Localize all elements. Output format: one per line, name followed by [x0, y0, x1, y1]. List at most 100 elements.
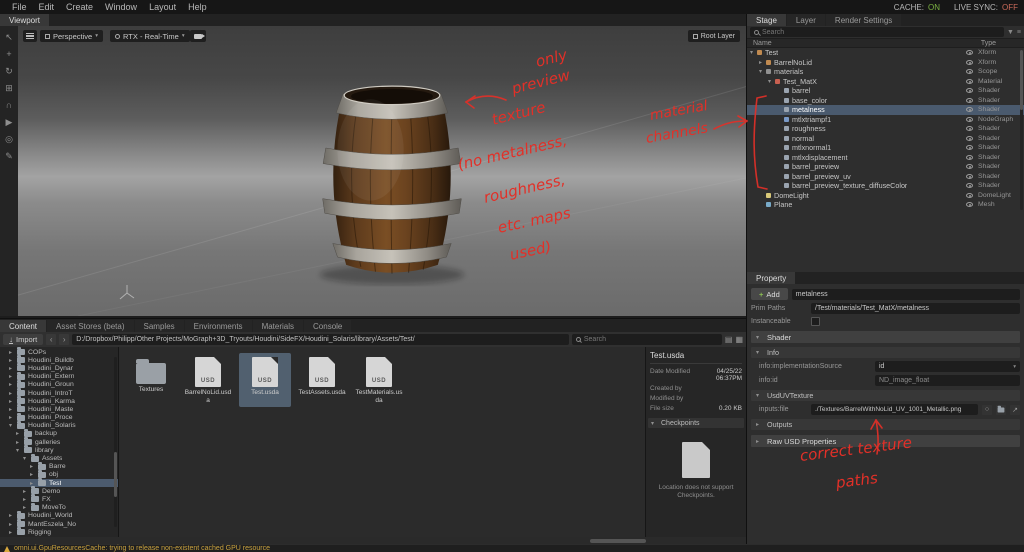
- expander-icon[interactable]: ▾: [23, 455, 30, 462]
- raw-usd-section-header[interactable]: ▸ Raw USD Properties: [751, 435, 1020, 447]
- viewport-menu-chip[interactable]: [23, 30, 37, 42]
- visibility-eye-icon[interactable]: [966, 202, 973, 208]
- visibility-eye-icon[interactable]: [966, 145, 973, 151]
- stage-row-normal[interactable]: normal Shader: [747, 134, 1024, 144]
- tab-content[interactable]: Content: [0, 320, 47, 332]
- prim-name-field[interactable]: metalness: [791, 288, 1020, 300]
- stage-row-barrel-preview[interactable]: barrel_preview Shader: [747, 162, 1024, 172]
- scale-tool-icon[interactable]: ⊞: [5, 84, 13, 93]
- stage-row-test[interactable]: ▾ Test Xform: [747, 48, 1024, 58]
- horizontal-scrollbar[interactable]: [590, 539, 646, 543]
- menu-edit[interactable]: Edit: [33, 2, 61, 12]
- column-options-icon[interactable]: ≡: [1017, 29, 1021, 36]
- prim-paths-field[interactable]: /Test/materials/Test_MatX/metalness: [811, 303, 1020, 314]
- camera-selector[interactable]: Perspective ▾: [40, 30, 103, 42]
- tab-console[interactable]: Console: [304, 320, 352, 332]
- expander-icon[interactable]: ▸: [9, 414, 16, 421]
- stage-scrollbar[interactable]: [1020, 50, 1023, 210]
- file-testmaterials-usda[interactable]: USD TestMaterials.usda: [353, 353, 405, 407]
- root-layer-chip[interactable]: Root Layer: [687, 30, 740, 42]
- file-barrelnolid-usda[interactable]: USD BarrelNoLid.usda: [182, 353, 234, 407]
- folder-galleries[interactable]: ▸ galleries: [0, 437, 118, 446]
- expander-icon[interactable]: ▸: [23, 496, 30, 503]
- visibility-eye-icon[interactable]: [966, 192, 973, 198]
- visibility-eye-icon[interactable]: [966, 59, 973, 65]
- stage-row-mtlxnormal1[interactable]: mtlxnormal1 Shader: [747, 143, 1024, 153]
- visibility-eye-icon[interactable]: [966, 135, 973, 141]
- expander-icon[interactable]: ▾: [9, 422, 16, 429]
- expander-icon[interactable]: ▸: [9, 512, 16, 519]
- expander-icon[interactable]: ▸: [9, 349, 16, 356]
- file-testassets-usda[interactable]: USD TestAssets.usda: [296, 353, 348, 407]
- stage-row-base-color[interactable]: base_color Shader: [747, 96, 1024, 106]
- grid-view-icon[interactable]: ▦: [735, 335, 743, 344]
- play-tool-icon[interactable]: ▶: [6, 118, 13, 127]
- stage-row-metalness[interactable]: metalness Shader: [747, 105, 1024, 115]
- tab-environments[interactable]: Environments: [184, 320, 252, 332]
- stage-row-mtlxtriampf1[interactable]: mtlxtriampf1 NodeGraph: [747, 115, 1024, 125]
- expander-icon[interactable]: ▸: [9, 529, 16, 536]
- expander-icon[interactable]: ▸: [9, 373, 16, 380]
- menu-create[interactable]: Create: [60, 2, 99, 12]
- stage-row-materials[interactable]: ▾ materials Scope: [747, 67, 1024, 77]
- focus-tool-icon[interactable]: ◎: [5, 135, 13, 144]
- expander-icon[interactable]: ▾: [750, 49, 757, 56]
- path-input[interactable]: D:/Dropbox/Philipp/Other Projects/MoGrap…: [72, 334, 569, 345]
- add-property-button[interactable]: + Add: [751, 288, 788, 300]
- expander-icon[interactable]: ▾: [768, 78, 775, 85]
- stage-row-plane[interactable]: Plane Mesh: [747, 200, 1024, 210]
- stage-row-barrel[interactable]: barrel Shader: [747, 86, 1024, 96]
- tab-asset-stores-beta-[interactable]: Asset Stores (beta): [47, 320, 134, 332]
- checkpoints-section-header[interactable]: ▾ Checkpoints: [648, 418, 744, 428]
- tab-render-settings[interactable]: Render Settings: [825, 14, 902, 26]
- visibility-eye-icon[interactable]: [966, 173, 973, 179]
- scrollbar-thumb[interactable]: [114, 452, 117, 497]
- expander-icon[interactable]: ▸: [9, 521, 16, 528]
- visibility-eye-icon[interactable]: [966, 88, 973, 94]
- stage-row-mtlxdisplacement[interactable]: mtlxdisplacement Shader: [747, 153, 1024, 163]
- viewport-3d[interactable]: Perspective ▾ RTX - Real-Time ▾ Root Lay…: [18, 26, 746, 316]
- tree-scrollbar[interactable]: [114, 357, 117, 527]
- select-tool-icon[interactable]: ↖: [5, 33, 13, 42]
- folder-houdini-solaris[interactable]: ▾ Houdini_Solaris: [0, 420, 118, 430]
- visibility-eye-icon[interactable]: [966, 183, 973, 189]
- expander-icon[interactable]: ▸: [9, 381, 16, 388]
- visibility-eye-icon[interactable]: [966, 154, 973, 160]
- expander-icon[interactable]: ▸: [16, 439, 23, 446]
- browse-folder-icon[interactable]: [996, 404, 1006, 415]
- capture-button[interactable]: [190, 30, 206, 42]
- expander-icon[interactable]: ▸: [23, 488, 30, 495]
- visibility-eye-icon[interactable]: [966, 69, 973, 75]
- folder-obj[interactable]: ▸ obj: [0, 469, 118, 479]
- impl-source-dropdown[interactable]: id ▾: [875, 361, 1020, 372]
- folder-test[interactable]: ▸ Test: [0, 478, 118, 488]
- visibility-eye-icon[interactable]: [966, 50, 973, 56]
- visibility-eye-icon[interactable]: [966, 116, 973, 122]
- shader-section-header[interactable]: ▾ Shader: [751, 331, 1020, 343]
- outputs-section-header[interactable]: ▸ Outputs: [751, 419, 1020, 430]
- reset-value-icon[interactable]: ○: [982, 404, 992, 415]
- renderer-selector[interactable]: RTX - Real-Time ▾: [110, 30, 190, 42]
- visibility-eye-icon[interactable]: [966, 107, 973, 113]
- stage-search-input[interactable]: Search: [750, 27, 1004, 37]
- content-search-input[interactable]: Search: [571, 334, 722, 345]
- tab-viewport[interactable]: Viewport: [0, 14, 49, 26]
- folder-demo[interactable]: ▸ Demo: [0, 486, 118, 495]
- expander-icon[interactable]: ▸: [23, 504, 30, 511]
- info-section-header[interactable]: ▾ Info: [751, 347, 1020, 358]
- menu-window[interactable]: Window: [99, 2, 143, 12]
- visibility-eye-icon[interactable]: [966, 78, 973, 84]
- expander-icon[interactable]: ▸: [9, 398, 16, 405]
- texture-section-header[interactable]: ▾ UsdUVTexture: [751, 390, 1020, 401]
- stage-row-test-matx[interactable]: ▾ Test_MatX Material: [747, 77, 1024, 87]
- expander-icon[interactable]: ▾: [16, 447, 23, 454]
- inputs-file-field[interactable]: ./Textures/BarrelWithNoLid_UV_1001_Metal…: [811, 404, 978, 415]
- folder-fx[interactable]: ▸ FX: [0, 494, 118, 503]
- folder-barre[interactable]: ▸ Barre: [0, 461, 118, 471]
- menu-layout[interactable]: Layout: [143, 2, 182, 12]
- tab-property[interactable]: Property: [747, 272, 796, 284]
- filter-funnel-icon[interactable]: ▼: [1007, 29, 1014, 36]
- tab-materials[interactable]: Materials: [252, 320, 304, 332]
- file-textures[interactable]: Textures: [125, 353, 177, 407]
- info-id-field[interactable]: ND_image_float: [875, 375, 1020, 386]
